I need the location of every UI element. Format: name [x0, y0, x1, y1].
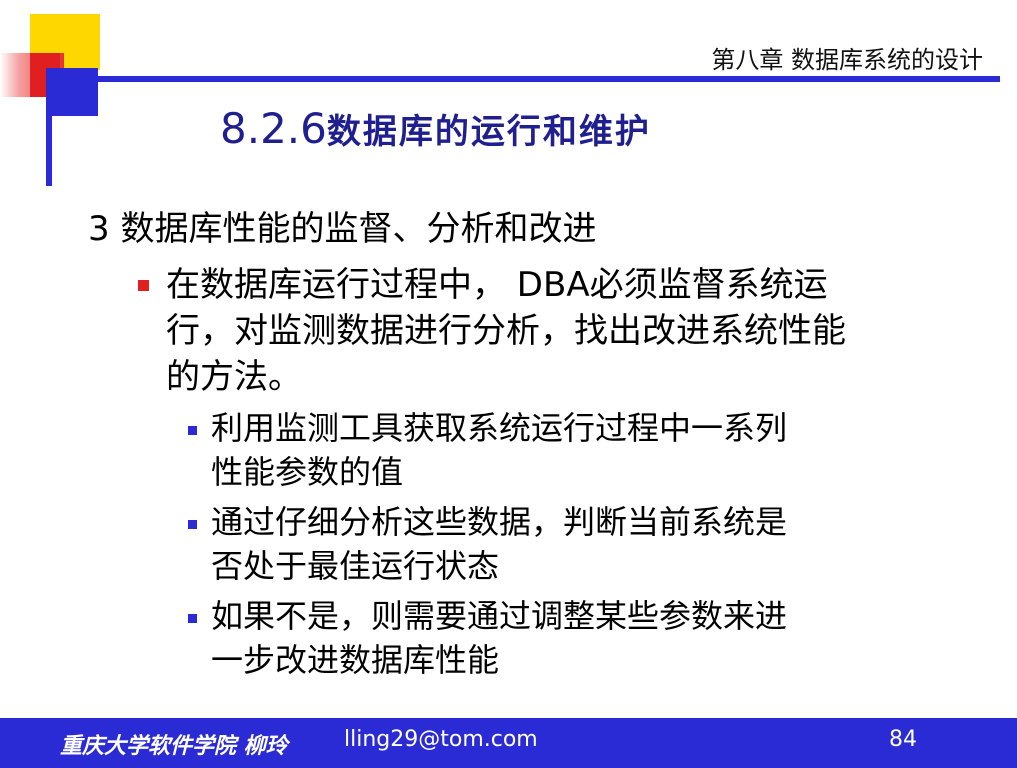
main-point: 在数据库运行过程中， DBA必须监督系统运行，对监测数据进行分析，找出改进系统性…	[88, 262, 866, 400]
sub-point-text: 如果不是，则需要通过调整某些参数来进一步改进数据库性能	[211, 597, 788, 679]
square-bullet-icon	[138, 280, 149, 291]
square-bullet-icon	[188, 614, 197, 623]
section-title: 数据库的运行和维护	[326, 112, 651, 152]
main-point-text: 在数据库运行过程中， DBA必须监督系统运行，对监测数据进行分析，找出改进系统性…	[166, 265, 846, 397]
slide: 第八章 数据库系统的设计 8.2.6数据库的运行和维护 3 数据库性能的监督、分…	[0, 0, 1017, 768]
sub-point-text: 利用监测工具获取系统运行过程中一系列性能参数的值	[211, 409, 788, 491]
square-bullet-icon	[188, 520, 197, 529]
content-heading: 3 数据库性能的监督、分析和改进	[88, 209, 597, 249]
footer-bar: 重庆大学软件学院 柳玲 lling29@tom.com 84	[0, 718, 1017, 768]
decor-vertical-line	[46, 68, 52, 186]
sub-point: 通过仔细分析这些数据，判断当前系统是否处于最佳运行状态	[88, 500, 811, 588]
sub-point-text: 通过仔细分析这些数据，判断当前系统是否处于最佳运行状态	[211, 503, 788, 585]
footer-school: 重庆大学软件学院 柳玲	[60, 733, 288, 759]
square-bullet-icon	[188, 426, 197, 435]
sub-point: 如果不是，则需要通过调整某些参数来进一步改进数据库性能	[88, 594, 811, 682]
slide-title: 8.2.6数据库的运行和维护	[220, 104, 651, 153]
slide-content: 3 数据库性能的监督、分析和改进 在数据库运行过程中， DBA必须监督系统运行，…	[88, 206, 968, 688]
page-number: 84	[889, 727, 917, 752]
sub-point: 利用监测工具获取系统运行过程中一系列性能参数的值	[88, 406, 811, 494]
section-number: 8.2.6	[220, 104, 327, 153]
chapter-title: 第八章 数据库系统的设计	[711, 46, 983, 74]
footer-email: lling29@tom.com	[344, 727, 538, 752]
decor-horizontal-line	[52, 76, 1000, 82]
